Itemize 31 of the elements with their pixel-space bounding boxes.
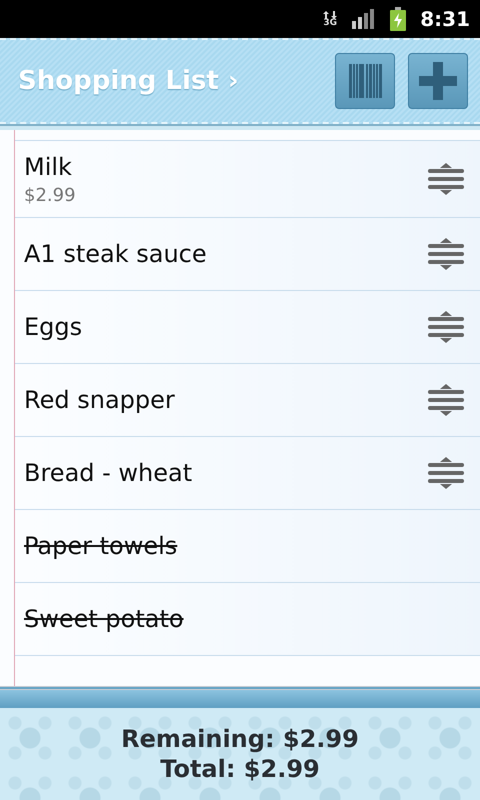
drag-handle-icon[interactable]	[428, 310, 464, 344]
list-item[interactable]: Eggs	[14, 291, 480, 364]
item-name: Paper towels	[24, 532, 178, 560]
clock-time: 8:31	[420, 7, 470, 31]
list-item[interactable]: Milk $2.99	[14, 141, 480, 218]
drag-handle-icon[interactable]	[428, 456, 464, 490]
plus-icon	[419, 62, 457, 100]
item-price: $2.99	[24, 184, 77, 206]
signal-icon	[352, 9, 376, 29]
drag-handle-icon[interactable]	[428, 383, 464, 417]
remaining-total: Remaining: $2.99	[121, 725, 359, 753]
barcode-icon	[348, 64, 382, 98]
item-name: Eggs	[24, 313, 84, 341]
item-name: Bread - wheat	[24, 459, 194, 487]
list-item[interactable]: A1 steak sauce	[14, 218, 480, 291]
list-item[interactable]: Red snapper	[14, 364, 480, 437]
drag-handle-icon[interactable]	[428, 162, 464, 196]
item-name: Sweet potato	[24, 605, 185, 633]
item-name: Milk	[24, 152, 73, 180]
data-arrows-icon	[322, 10, 338, 18]
list-item[interactable]: Paper towels	[14, 510, 480, 583]
list-item[interactable]: Sweet potato	[14, 583, 480, 656]
add-button[interactable]	[408, 53, 468, 109]
drag-handle-icon[interactable]	[428, 237, 464, 271]
barcode-button[interactable]	[335, 53, 395, 109]
item-name: Red snapper	[24, 386, 176, 414]
battery-icon	[390, 7, 406, 31]
item-name: A1 steak sauce	[24, 240, 208, 268]
list-item[interactable]: Bread - wheat	[14, 437, 480, 510]
network-type: 3G	[323, 18, 338, 28]
grand-total: Total: $2.99	[160, 755, 320, 783]
